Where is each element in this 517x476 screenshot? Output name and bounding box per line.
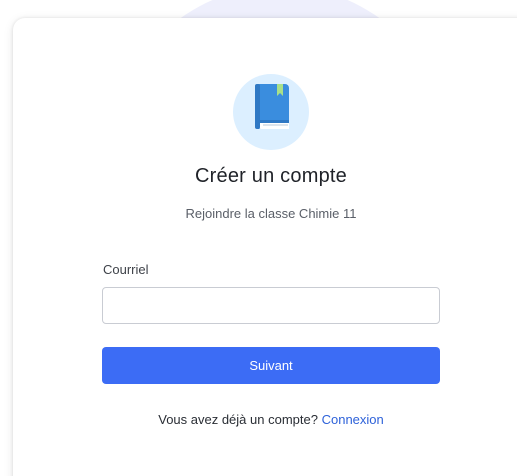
page-subtitle: Rejoindre la classe Chimie 11 [185,206,357,221]
book-icon [255,84,289,129]
page: Créer un compte Rejoindre la classe Chim… [0,0,517,476]
login-prompt-text: Vous avez déjà un compte? [158,412,318,427]
email-label: Courriel [103,262,149,277]
login-link[interactable]: Connexion [322,412,384,427]
next-button[interactable]: Suivant [102,347,440,384]
login-prompt: Vous avez déjà un compte? Connexion [101,412,441,427]
page-title: Créer un compte [195,165,347,187]
email-field[interactable] [102,287,440,324]
book-logo [233,74,309,150]
